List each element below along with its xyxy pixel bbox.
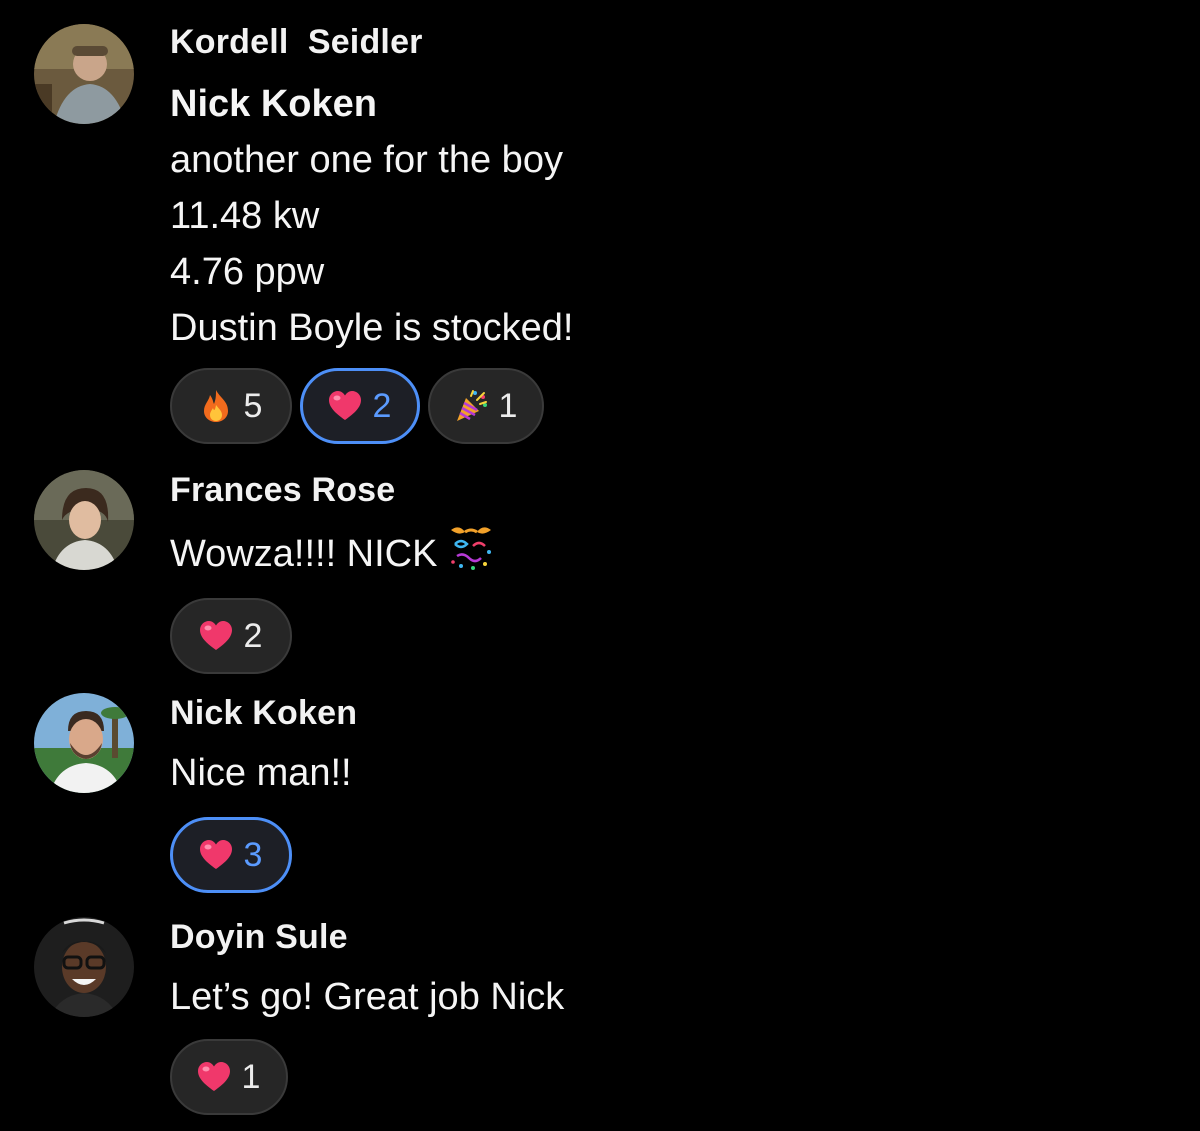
reaction-count: 5 [243, 387, 263, 425]
sender-name[interactable]: Nick Koken [170, 693, 1180, 733]
reaction-bar: 1 [170, 1039, 1180, 1115]
reaction-pill-fire[interactable]: 5 [170, 368, 292, 444]
message-text-line: Dustin Boyle is stocked! [170, 307, 574, 349]
message-text-line: Let’s go! Great job Nick [170, 976, 565, 1018]
reaction-pill-heart[interactable]: 1 [170, 1039, 288, 1115]
confetti-ball-icon [445, 522, 497, 574]
reaction-pill-party[interactable]: 1 [428, 368, 544, 444]
avatar[interactable] [34, 693, 134, 793]
message-text-line: 11.48 kw [170, 195, 320, 237]
message-text-line: Nick Koken [170, 83, 377, 125]
reaction-bar: 5 2 1 [170, 368, 1180, 444]
reaction-count: 2 [243, 617, 263, 655]
message-text: Wowza!!!! NICK [170, 533, 438, 575]
reaction-pill-heart[interactable]: 2 [170, 598, 292, 674]
reaction-pill-heart[interactable]: 2 [300, 368, 420, 444]
reaction-pill-heart[interactable]: 3 [170, 817, 292, 893]
message-text-line: Wowza!!!! NICK [170, 522, 1180, 582]
reaction-count: 1 [498, 387, 518, 425]
reaction-bar: 3 [170, 817, 1180, 893]
message-item: Nick Koken Nice man!! 3 [0, 693, 1200, 893]
heart-icon [198, 837, 234, 873]
avatar[interactable] [34, 470, 134, 570]
avatar[interactable] [34, 24, 134, 124]
heart-icon [198, 618, 234, 654]
message-text-line: Nice man!! [170, 752, 352, 794]
avatar[interactable] [34, 917, 134, 1017]
heart-icon [196, 1059, 232, 1095]
party-popper-icon [453, 388, 489, 424]
message-text-line: 4.76 ppw [170, 251, 325, 293]
sender-name[interactable]: Kordell Seidler [170, 22, 1180, 62]
fire-icon [198, 388, 234, 424]
reaction-bar: 2 [170, 598, 1180, 674]
sender-name[interactable]: Frances Rose [170, 470, 1180, 510]
reaction-count: 2 [372, 387, 392, 425]
sender-name[interactable]: Doyin Sule [170, 917, 1180, 957]
message-item: Kordell Seidler Nick Koken another one f… [0, 22, 1200, 444]
message-item: Frances Rose Wowza!!!! NICK 2 [0, 470, 1200, 674]
message-item: Doyin Sule Let’s go! Great job Nick 1 [0, 917, 1200, 1117]
comment-thread: Kordell Seidler Nick Koken another one f… [0, 0, 1200, 1131]
reaction-count: 3 [243, 836, 263, 874]
reaction-count: 1 [241, 1058, 261, 1096]
message-text-line: another one for the boy [170, 139, 563, 181]
heart-icon [327, 388, 363, 424]
